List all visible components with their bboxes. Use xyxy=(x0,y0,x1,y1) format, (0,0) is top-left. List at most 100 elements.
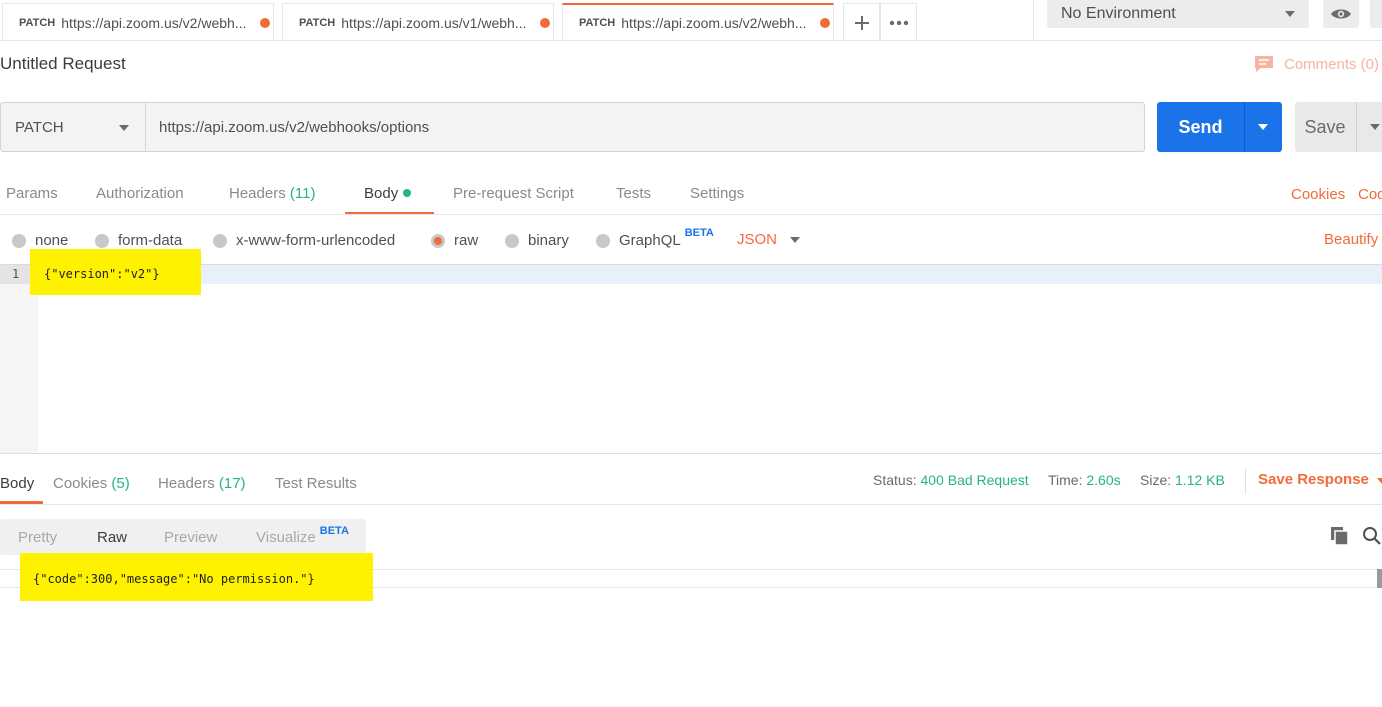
radio-label: binary xyxy=(528,232,569,249)
url-bar: PATCH https://api.zoom.us/v2/webhooks/op… xyxy=(0,102,1145,152)
url-input[interactable]: https://api.zoom.us/v2/webhooks/options xyxy=(159,103,429,151)
request-tab[interactable]: PATCH https://api.zoom.us/v2/webh... xyxy=(2,3,274,41)
chevron-down-icon xyxy=(1370,124,1380,130)
active-line-highlight xyxy=(38,265,1382,284)
tab-label: Params xyxy=(6,185,58,202)
tab-url: https://api.zoom.us/v2/webh... xyxy=(621,15,807,31)
view-mode-pretty[interactable]: Pretty xyxy=(18,529,57,546)
response-body-code[interactable]: {"code":300,"message":"No permission."} xyxy=(33,570,315,589)
search-icon[interactable] xyxy=(1362,526,1382,546)
time-stat: Time: 2.60s xyxy=(1048,472,1121,488)
time-value[interactable]: 2.60s xyxy=(1086,472,1120,488)
response-view-modes: Pretty Raw Preview Visualize BETA xyxy=(0,519,366,555)
radio-raw[interactable]: raw xyxy=(431,232,478,249)
radio-circle-selected xyxy=(431,233,445,248)
response-tab-body[interactable]: Body xyxy=(0,475,34,492)
manage-environments-button[interactable] xyxy=(1370,0,1382,28)
comment-icon xyxy=(1255,56,1273,72)
divider xyxy=(0,453,1382,454)
send-button[interactable]: Send xyxy=(1157,102,1244,152)
divider xyxy=(1356,102,1357,152)
environment-select[interactable]: No Environment xyxy=(1047,0,1309,28)
tab-body[interactable]: Body xyxy=(364,185,412,202)
view-mode-visualize[interactable]: Visualize BETA xyxy=(256,525,349,546)
tab-method: PATCH xyxy=(19,16,56,29)
tab-label: Body xyxy=(364,185,399,202)
radio-circle xyxy=(505,233,519,248)
tab-pre-request-script[interactable]: Pre-request Script xyxy=(453,185,574,202)
chevron-down-icon xyxy=(119,125,129,131)
tab-method: PATCH xyxy=(579,17,616,29)
radio-label: form-data xyxy=(118,232,183,249)
cookies-link[interactable]: Cookies xyxy=(1291,186,1345,203)
radio-label: raw xyxy=(454,232,479,249)
radio-binary[interactable]: binary xyxy=(505,232,569,249)
method-select[interactable]: PATCH xyxy=(1,103,146,151)
beautify-link[interactable]: Beautify xyxy=(1324,231,1378,248)
view-mode-preview[interactable]: Preview xyxy=(164,529,217,546)
environment-quick-look-button[interactable] xyxy=(1323,0,1359,28)
request-tab[interactable]: PATCH https://api.zoom.us/v1/webh... xyxy=(282,3,554,41)
response-tab-test-results[interactable]: Test Results xyxy=(275,475,357,492)
save-button-group: Save xyxy=(1295,102,1382,152)
response-tab-cookies[interactable]: Cookies (5) xyxy=(53,475,130,492)
request-title[interactable]: Untitled Request xyxy=(0,54,126,74)
tab-count: (5) xyxy=(111,475,130,492)
tab-tests[interactable]: Tests xyxy=(616,185,651,202)
save-button[interactable]: Save xyxy=(1295,102,1355,152)
tab-settings[interactable]: Settings xyxy=(690,185,744,202)
new-tab-button[interactable] xyxy=(843,3,880,41)
body-format-select[interactable]: JSON xyxy=(737,231,777,248)
unsaved-dot-icon xyxy=(260,17,271,28)
stat-label: Status: xyxy=(873,472,917,488)
radio-form-data[interactable]: form-data xyxy=(95,232,182,249)
radio-circle xyxy=(596,233,610,248)
status-value[interactable]: 400 Bad Request xyxy=(920,472,1028,488)
tab-label: Headers xyxy=(229,185,286,202)
send-button-group: Send xyxy=(1157,102,1282,152)
status-badge: Status: 400 Bad Request xyxy=(873,472,1029,488)
tab-label: Pre-request Script xyxy=(453,185,574,202)
tab-label: Cookies xyxy=(53,475,108,492)
radio-x-www-form-urlencoded[interactable]: x-www-form-urlencoded xyxy=(213,232,395,249)
request-body-editor[interactable]: 1 xyxy=(0,264,1382,453)
save-response-button[interactable]: Save Response xyxy=(1258,471,1369,488)
unsaved-dot-icon xyxy=(820,18,831,28)
comments-button[interactable]: Comments (0) xyxy=(1253,54,1379,74)
radio-none[interactable]: none xyxy=(12,232,68,249)
view-mode-label: Visualize xyxy=(256,529,316,546)
radio-graphql[interactable]: GraphQL BETA xyxy=(596,227,714,249)
tab-headers[interactable]: Headers (11) xyxy=(229,185,315,202)
size-value[interactable]: 1.12 KB xyxy=(1175,472,1225,488)
radio-label: x-www-form-urlencoded xyxy=(236,232,396,249)
divider xyxy=(0,504,1382,505)
tab-label: Authorization xyxy=(96,185,184,202)
divider xyxy=(1033,0,1034,41)
beta-badge: BETA xyxy=(684,226,714,239)
tab-params[interactable]: Params xyxy=(6,185,58,202)
more-tabs-button[interactable] xyxy=(880,3,917,41)
request-tab-active[interactable]: PATCH https://api.zoom.us/v2/webh... xyxy=(562,3,834,41)
chevron-down-icon[interactable] xyxy=(790,237,800,243)
tab-label: Test Results xyxy=(275,475,357,492)
scrollbar[interactable] xyxy=(1377,569,1382,588)
tab-url: https://api.zoom.us/v2/webh... xyxy=(61,14,247,31)
copy-icon[interactable] xyxy=(1330,526,1350,546)
tab-label: Settings xyxy=(690,185,745,202)
chevron-down-icon xyxy=(1285,11,1295,17)
response-tab-headers[interactable]: Headers (17) xyxy=(158,475,246,492)
status-dot-icon xyxy=(403,189,412,198)
radio-label: none xyxy=(35,232,69,249)
plus-icon xyxy=(854,15,869,30)
send-options-button[interactable] xyxy=(1245,102,1282,152)
request-body-code[interactable]: {"version":"v2"} xyxy=(44,265,160,284)
code-link[interactable]: Code xyxy=(1358,186,1382,203)
chevron-down-icon[interactable] xyxy=(1377,478,1382,484)
tab-label: Body xyxy=(0,475,35,492)
radio-circle xyxy=(12,233,26,248)
tab-authorization[interactable]: Authorization xyxy=(96,185,184,202)
unsaved-dot-icon xyxy=(540,17,551,28)
view-mode-raw[interactable]: Raw xyxy=(97,529,127,546)
tab-label: Headers xyxy=(158,475,215,492)
environment-label: No Environment xyxy=(1061,5,1176,22)
